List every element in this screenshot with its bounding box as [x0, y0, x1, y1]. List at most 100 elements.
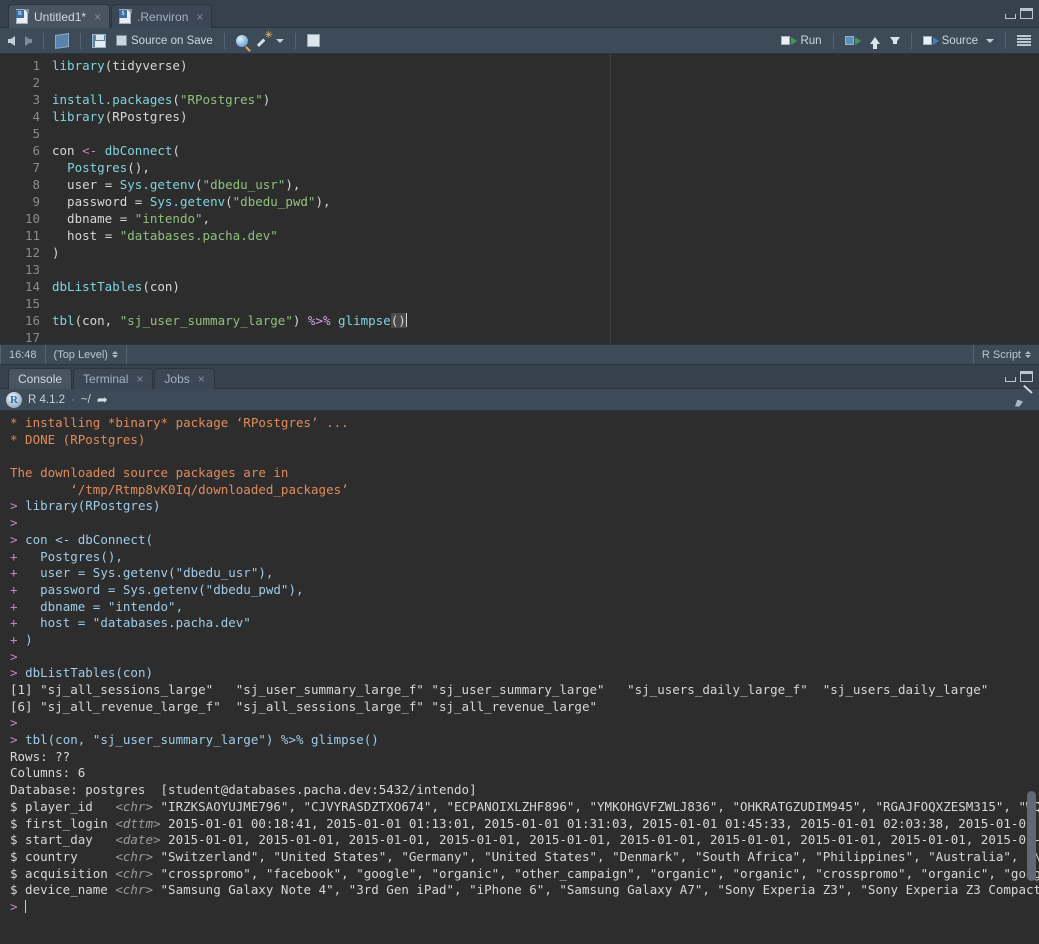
- code-line[interactable]: 11 host = "databases.pacha.dev": [0, 227, 1039, 244]
- code-editor[interactable]: 1 library(tidyverse) 2 3 install.packages("R…: [0, 54, 1039, 344]
- broom-icon[interactable]: [1015, 384, 1033, 408]
- scope-selector[interactable]: (Top Level): [46, 345, 126, 365]
- tab-console[interactable]: Console: [8, 368, 73, 389]
- find-icon[interactable]: [232, 33, 252, 49]
- line-number: 11: [24, 228, 40, 243]
- down-arrow-icon[interactable]: [886, 35, 904, 46]
- back-arrow-icon[interactable]: [4, 34, 19, 48]
- forward-arrow-icon[interactable]: [21, 34, 36, 48]
- console-line: * DONE (RPostgres): [10, 431, 146, 447]
- minimize-icon[interactable]: [1005, 14, 1016, 19]
- console-tabbar: Console Terminal × Jobs ×: [0, 365, 1039, 389]
- line-number: 15: [24, 296, 40, 311]
- line-number: 7: [32, 160, 40, 175]
- chevron-down-icon[interactable]: [275, 38, 284, 43]
- maximize-icon[interactable]: [1020, 8, 1033, 19]
- text-file-icon: $: [119, 9, 133, 24]
- console-window-controls: [1005, 371, 1033, 382]
- console-line: > con <- dbConnect(: [10, 531, 153, 547]
- code-text: tbl(con, "sj_user_summary_large") %>% gl…: [52, 313, 407, 328]
- console-line: $ device_name <chr> "Samsung Galaxy Note…: [10, 882, 1039, 898]
- run-button[interactable]: Run: [777, 33, 825, 49]
- console-line: $ country <chr> "Switzerland", "United S…: [10, 848, 1039, 864]
- source-on-save-label: Source on Save: [131, 34, 213, 47]
- checkbox-icon: [116, 35, 127, 46]
- source-toolbar: Source on Save Run Source: [0, 28, 1039, 54]
- code-line[interactable]: 6 con <- dbConnect(: [0, 142, 1039, 159]
- console-line: Database: postgres [student@databases.pa…: [10, 782, 477, 798]
- up-arrow-icon[interactable]: [866, 35, 884, 49]
- console-output[interactable]: * installing *binary* package ‘RPostgres…: [0, 411, 1039, 944]
- console-line: $ acquisition <chr> "crosspromo", "faceb…: [10, 865, 1039, 881]
- console-scrollbar-thumb[interactable]: [1027, 791, 1036, 881]
- code-content[interactable]: 1 library(tidyverse) 2 3 install.packages("R…: [0, 54, 1039, 344]
- file-type-selector[interactable]: R Script: [974, 345, 1039, 365]
- scope-label: (Top Level): [53, 348, 108, 361]
- rstudio-window: R Untitled1* × $ .Renviron × Source on S…: [0, 0, 1039, 944]
- source-tab-untitled1[interactable]: R Untitled1* ×: [8, 4, 111, 28]
- code-line[interactable]: 5: [0, 125, 1039, 142]
- open-directory-icon[interactable]: ➦: [97, 392, 108, 408]
- tab-terminal[interactable]: Terminal ×: [73, 368, 154, 389]
- rerun-icon[interactable]: [841, 33, 864, 49]
- run-label: Run: [800, 34, 822, 47]
- source-tab-label: Untitled1*: [34, 9, 87, 24]
- console-line: The downloaded source packages are in: [10, 465, 289, 481]
- cursor-position: 16:48: [9, 348, 37, 361]
- working-directory-label[interactable]: ~/: [81, 394, 91, 406]
- compile-report-icon[interactable]: [303, 32, 324, 49]
- toolbar-divider: [43, 32, 44, 49]
- toolbar-divider: [910, 32, 912, 49]
- code-line[interactable]: 8 user = Sys.getenv("dbedu_usr"),: [0, 176, 1039, 193]
- source-label: Source: [941, 34, 978, 47]
- save-icon[interactable]: [88, 32, 110, 50]
- maximize-icon[interactable]: [1020, 371, 1033, 382]
- code-line[interactable]: 1 library(tidyverse): [0, 57, 1039, 74]
- line-number: 1: [32, 58, 40, 73]
- code-text: user = Sys.getenv("dbedu_usr"),: [52, 177, 301, 192]
- console-line: > library(RPostgres): [10, 498, 161, 514]
- line-number: 14: [24, 279, 40, 294]
- close-icon[interactable]: ×: [94, 11, 101, 23]
- r-version-label: R 4.1.2: [28, 393, 66, 406]
- code-line[interactable]: 13: [0, 261, 1039, 278]
- console-line: >: [10, 515, 26, 531]
- close-icon[interactable]: ×: [196, 11, 203, 23]
- code-line[interactable]: 2: [0, 74, 1039, 91]
- code-tools-icon[interactable]: [254, 30, 288, 50]
- code-line[interactable]: 17: [0, 329, 1039, 344]
- code-line[interactable]: 12): [0, 244, 1039, 261]
- console-line: ‘/tmp/Rtmp8vK0Iq/downloaded_packages’: [10, 481, 349, 497]
- console-line: > dbListTables(con): [10, 665, 153, 681]
- code-line[interactable]: 14 dbListTables(con): [0, 278, 1039, 295]
- code-line[interactable]: 4 library(RPostgres): [0, 108, 1039, 125]
- source-button[interactable]: Source: [919, 33, 998, 49]
- close-icon[interactable]: ×: [198, 373, 205, 385]
- chevron-down-icon[interactable]: [986, 38, 994, 43]
- popout-icon[interactable]: [51, 32, 73, 50]
- outline-icon[interactable]: [1013, 33, 1035, 49]
- r-script-file-icon: R: [16, 9, 29, 24]
- code-line[interactable]: 9 password = Sys.getenv("dbedu_pwd"),: [0, 193, 1039, 210]
- r-logo-icon: R: [6, 391, 22, 408]
- source-tab-renviron[interactable]: $ .Renviron ×: [111, 4, 213, 28]
- line-number: 2: [32, 75, 40, 90]
- console-line: Rows: ??: [10, 748, 71, 764]
- source-tab-label: .Renviron: [137, 9, 189, 24]
- toolbar-divider: [832, 32, 834, 49]
- code-line[interactable]: 10 dbname = "intendo",: [0, 210, 1039, 227]
- console-header: R R 4.1.2 · ~/ ➦: [0, 384, 1039, 411]
- tab-jobs[interactable]: Jobs ×: [154, 368, 215, 389]
- code-line[interactable]: 7 Postgres(),: [0, 159, 1039, 176]
- console-line: [6] "sj_all_revenue_large_f" "sj_all_ses…: [10, 698, 597, 714]
- close-icon[interactable]: ×: [136, 373, 143, 385]
- code-line[interactable]: 15: [0, 295, 1039, 312]
- console-line: >: [10, 715, 26, 731]
- code-line[interactable]: 3 install.packages("RPostgres"): [0, 91, 1039, 108]
- source-on-save-checkbox[interactable]: Source on Save: [112, 33, 217, 49]
- console-line: + user = Sys.getenv("dbedu_usr"),: [10, 565, 274, 581]
- minimize-icon[interactable]: [1005, 377, 1016, 382]
- code-line[interactable]: 16 tbl(con, "sj_user_summary_large") %>% …: [0, 312, 1039, 329]
- text-cursor: [405, 313, 407, 327]
